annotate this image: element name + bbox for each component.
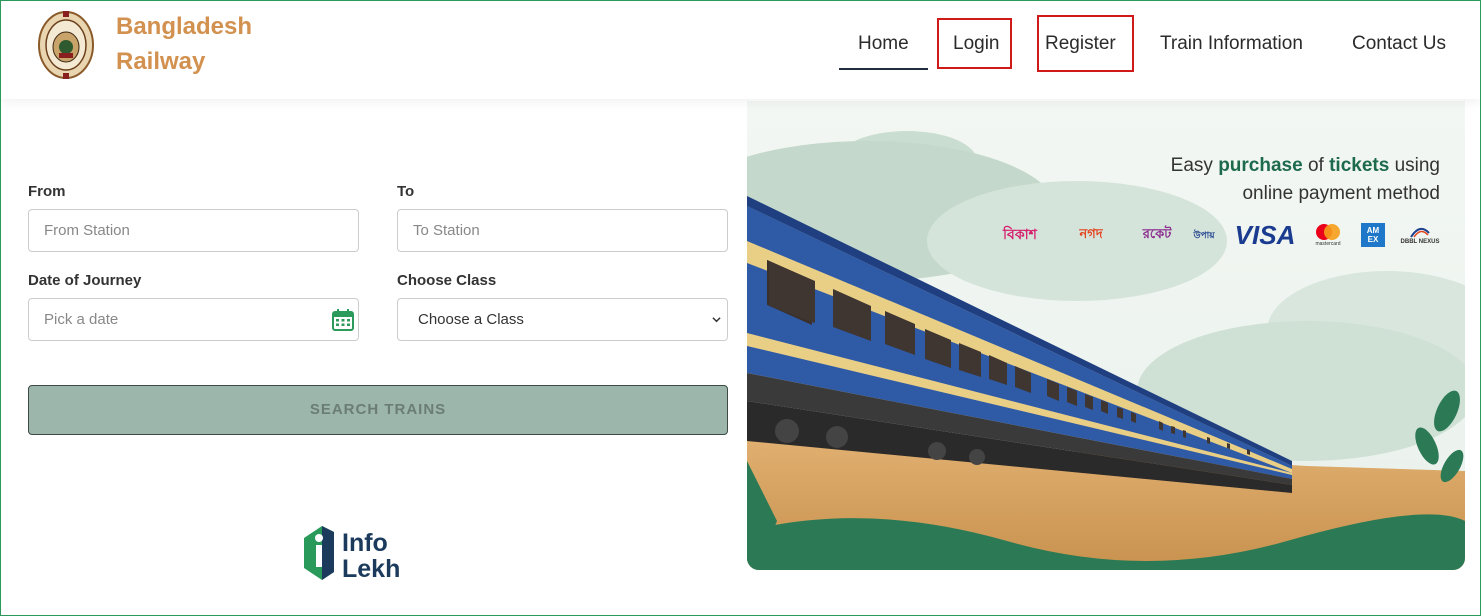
- banner-line1-mid: of: [1302, 155, 1330, 176]
- brand-line1: Bangladesh: [116, 13, 253, 40]
- chevron-down-icon: [712, 317, 721, 323]
- calendar-icon[interactable]: [332, 309, 354, 331]
- choose-class-label: Choose Class: [397, 272, 497, 289]
- banner-line2: online payment method: [1242, 183, 1440, 204]
- mastercard-circles-icon: [1316, 224, 1340, 240]
- visa-logo: VISA: [1234, 219, 1296, 250]
- nav-home[interactable]: Home: [858, 31, 909, 57]
- register-highlight-box: [1037, 15, 1134, 72]
- infolekh-line2: Lekh: [342, 555, 401, 583]
- to-station-input[interactable]: [397, 209, 728, 252]
- infolekh-line1: Info: [342, 529, 388, 557]
- banner-highlight-tickets: tickets: [1329, 155, 1390, 176]
- banner-line1: Easy purchase of tickets using: [1171, 152, 1440, 180]
- login-highlight-box: [937, 18, 1012, 69]
- from-label: From: [28, 183, 66, 200]
- infolekh-logo-text: Info Lekh: [342, 530, 400, 582]
- nexus-swirl-icon: [1410, 227, 1430, 238]
- dbbl-nexus-logo: DBBL NEXUS: [1400, 222, 1440, 248]
- mastercard-text: mastercard: [1315, 241, 1341, 247]
- nav-home-active-indicator: [839, 68, 928, 70]
- banner-headline: Easy purchase of tickets using online pa…: [1171, 152, 1440, 208]
- brand-line2: Railway: [116, 48, 206, 75]
- dbbl-nexus-text: DBBL NEXUS: [1400, 239, 1440, 245]
- class-select[interactable]: Choose a Class: [397, 298, 728, 341]
- date-picker-input[interactable]: [28, 298, 359, 341]
- site-header: Bangladesh Railway Home Login Register T…: [1, 1, 1480, 99]
- to-label: To: [397, 183, 415, 200]
- rocket-logo: রকেট: [1142, 225, 1172, 241]
- mastercard-logo: mastercard: [1310, 222, 1346, 248]
- brand-name[interactable]: Bangladesh Railway: [116, 9, 252, 79]
- banner-highlight-purchase: purchase: [1218, 155, 1303, 176]
- banner-line1-pre: Easy: [1170, 155, 1219, 176]
- bkash-logo: বিকাশ: [1003, 226, 1037, 242]
- nav-contact-us[interactable]: Contact Us: [1352, 31, 1446, 57]
- upay-logo: উপায়: [1193, 229, 1215, 240]
- nagad-logo: নগদ: [1079, 225, 1103, 241]
- nav-train-information[interactable]: Train Information: [1160, 31, 1303, 57]
- bangladesh-railway-logo[interactable]: [37, 9, 95, 81]
- banner-line1-post: using: [1389, 155, 1440, 176]
- class-select-value: Choose a Class: [418, 311, 524, 328]
- search-trains-button[interactable]: SEARCH TRAINS: [28, 385, 728, 435]
- date-of-journey-label: Date of Journey: [28, 272, 142, 289]
- amex-logo: AM EX: [1361, 223, 1385, 247]
- from-station-input[interactable]: [28, 209, 359, 252]
